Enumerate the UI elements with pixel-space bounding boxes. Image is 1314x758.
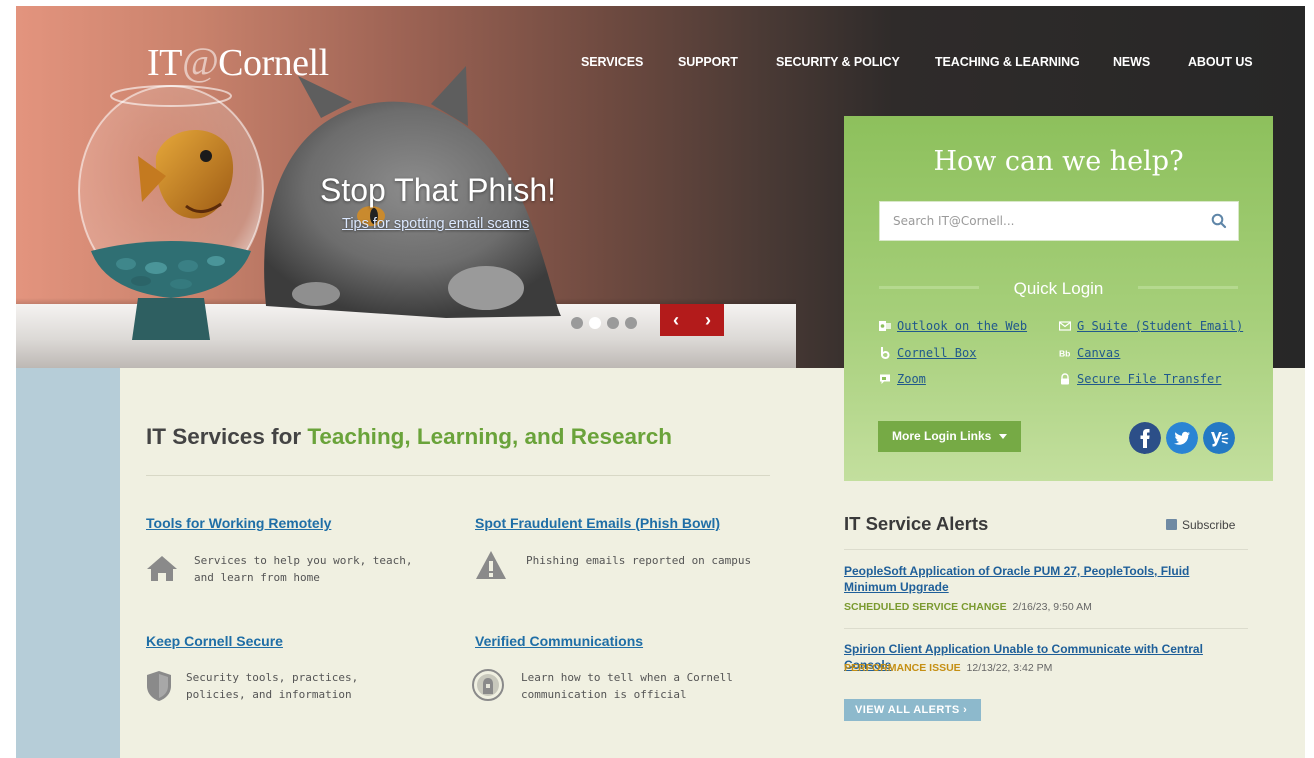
help-panel: How can we help? Quick Login Outlook on … bbox=[844, 116, 1273, 481]
zoom-icon bbox=[880, 374, 890, 384]
facebook-icon[interactable] bbox=[1129, 422, 1161, 454]
carousel-prev-button[interactable]: ‹ bbox=[660, 304, 692, 336]
rss-icon bbox=[1166, 519, 1177, 530]
chevron-left-icon: ‹ bbox=[673, 310, 679, 330]
box-icon bbox=[881, 347, 890, 359]
nav-news[interactable]: NEWS bbox=[1113, 55, 1150, 69]
service-link-keep-secure[interactable]: Keep Cornell Secure bbox=[146, 633, 283, 649]
slide-link[interactable]: Tips for spotting email scams bbox=[342, 216, 529, 232]
service-desc-phish-bowl: Phishing emails reported on campus bbox=[526, 554, 752, 567]
nav-services[interactable]: SERVICES bbox=[581, 55, 643, 69]
service-desc-verified-comms: Learn how to tell when a Cornell communi… bbox=[521, 671, 733, 701]
alert-kind-scheduled: SCHEDULED SERVICE CHANGE bbox=[844, 601, 1007, 613]
lock-icon bbox=[1061, 373, 1069, 385]
carousel-dot-3[interactable] bbox=[607, 317, 619, 329]
warning-icon bbox=[476, 551, 506, 579]
verified-seal-icon bbox=[472, 669, 504, 701]
alerts-divider bbox=[844, 628, 1248, 629]
alert-meta-spirion: PERFORMANCE ISSUE 12/13/22, 3:42 PM bbox=[844, 662, 1052, 674]
view-all-alerts-button[interactable]: VIEW ALL ALERTS › bbox=[844, 699, 981, 721]
services-section-title: IT Services for Teaching, Learning, and … bbox=[146, 424, 672, 450]
more-login-links-button[interactable]: More Login Links bbox=[878, 421, 1021, 452]
subscribe-link[interactable]: Subscribe bbox=[1182, 518, 1235, 532]
section-divider bbox=[146, 475, 770, 476]
service-desc-keep-secure: Security tools, practices, policies, and… bbox=[186, 671, 359, 701]
services-title-highlight: Teaching, Learning, and Research bbox=[307, 424, 673, 449]
quick-login-gsuite-link[interactable]: G Suite (Student Email) bbox=[1077, 318, 1243, 334]
envelope-icon bbox=[1059, 321, 1071, 331]
house-icon bbox=[147, 556, 177, 581]
left-accent-strip bbox=[16, 368, 120, 758]
carousel-next-button[interactable]: › bbox=[692, 304, 724, 336]
shield-icon bbox=[147, 671, 171, 701]
services-title-plain: IT Services for bbox=[146, 424, 308, 449]
nav-about-us[interactable]: ABOUT US bbox=[1188, 55, 1253, 69]
alerts-divider-top bbox=[844, 549, 1248, 550]
service-link-phish-bowl[interactable]: Spot Fraudulent Emails (Phish Bowl) bbox=[475, 515, 720, 531]
search-box bbox=[879, 201, 1239, 241]
caret-down-icon bbox=[999, 434, 1007, 439]
main-navigation: SERVICES SUPPORT SECURITY & POLICY TEACH… bbox=[16, 55, 1305, 71]
nav-support[interactable]: SUPPORT bbox=[678, 55, 738, 69]
quick-login-title: Quick Login bbox=[1013, 279, 1104, 298]
nav-security-policy[interactable]: SECURITY & POLICY bbox=[776, 55, 900, 69]
alert-time: 2/16/23, 9:50 AM bbox=[1012, 601, 1092, 613]
nav-teaching-learning[interactable]: TEACHING & LEARNING bbox=[935, 55, 1080, 69]
quick-login-zoom-link[interactable]: Zoom bbox=[897, 371, 926, 387]
page: IT@Cornell SERVICES SUPPORT SECURITY & P… bbox=[16, 6, 1305, 758]
carousel-dot-1[interactable] bbox=[571, 317, 583, 329]
service-link-tools-remote[interactable]: Tools for Working Remotely bbox=[146, 515, 331, 531]
search-icon[interactable] bbox=[1210, 212, 1228, 230]
quick-login-outlook-link[interactable]: Outlook on the Web bbox=[897, 318, 1027, 334]
help-title: How can we help? bbox=[933, 146, 1184, 177]
search-input[interactable] bbox=[880, 202, 1200, 240]
alert-kind-performance: PERFORMANCE ISSUE bbox=[844, 662, 961, 674]
view-all-alerts-label: VIEW ALL ALERTS bbox=[855, 704, 960, 716]
canvas-icon: Bb bbox=[1059, 348, 1070, 358]
chevron-right-icon: › bbox=[705, 310, 711, 330]
alert-meta-peoplesoft: SCHEDULED SERVICE CHANGE 2/16/23, 9:50 A… bbox=[844, 601, 1092, 613]
quick-login-box-link[interactable]: Cornell Box bbox=[897, 345, 976, 361]
quick-login-secure-file-link[interactable]: Secure File Transfer bbox=[1077, 371, 1222, 387]
quick-login-canvas-link[interactable]: Canvas bbox=[1077, 345, 1120, 361]
alerts-title: IT Service Alerts bbox=[844, 513, 989, 534]
chevron-right-icon: › bbox=[963, 704, 968, 716]
twitter-icon[interactable] bbox=[1166, 422, 1198, 454]
svg-text:Bb: Bb bbox=[1059, 348, 1070, 358]
service-link-verified-comms[interactable]: Verified Communications bbox=[475, 633, 643, 649]
carousel-dot-4[interactable] bbox=[625, 317, 637, 329]
alert-link-peoplesoft[interactable]: PeopleSoft Application of Oracle PUM 27,… bbox=[844, 563, 1244, 595]
more-login-links-label: More Login Links bbox=[892, 429, 992, 443]
yammer-icon[interactable] bbox=[1203, 422, 1235, 454]
alert-time: 12/13/22, 3:42 PM bbox=[966, 662, 1053, 674]
slide-title: Stop That Phish! bbox=[320, 172, 556, 208]
carousel-dot-2[interactable] bbox=[589, 317, 601, 329]
service-desc-tools-remote: Services to help you work, teach, and le… bbox=[194, 554, 413, 584]
outlook-icon bbox=[879, 321, 891, 331]
